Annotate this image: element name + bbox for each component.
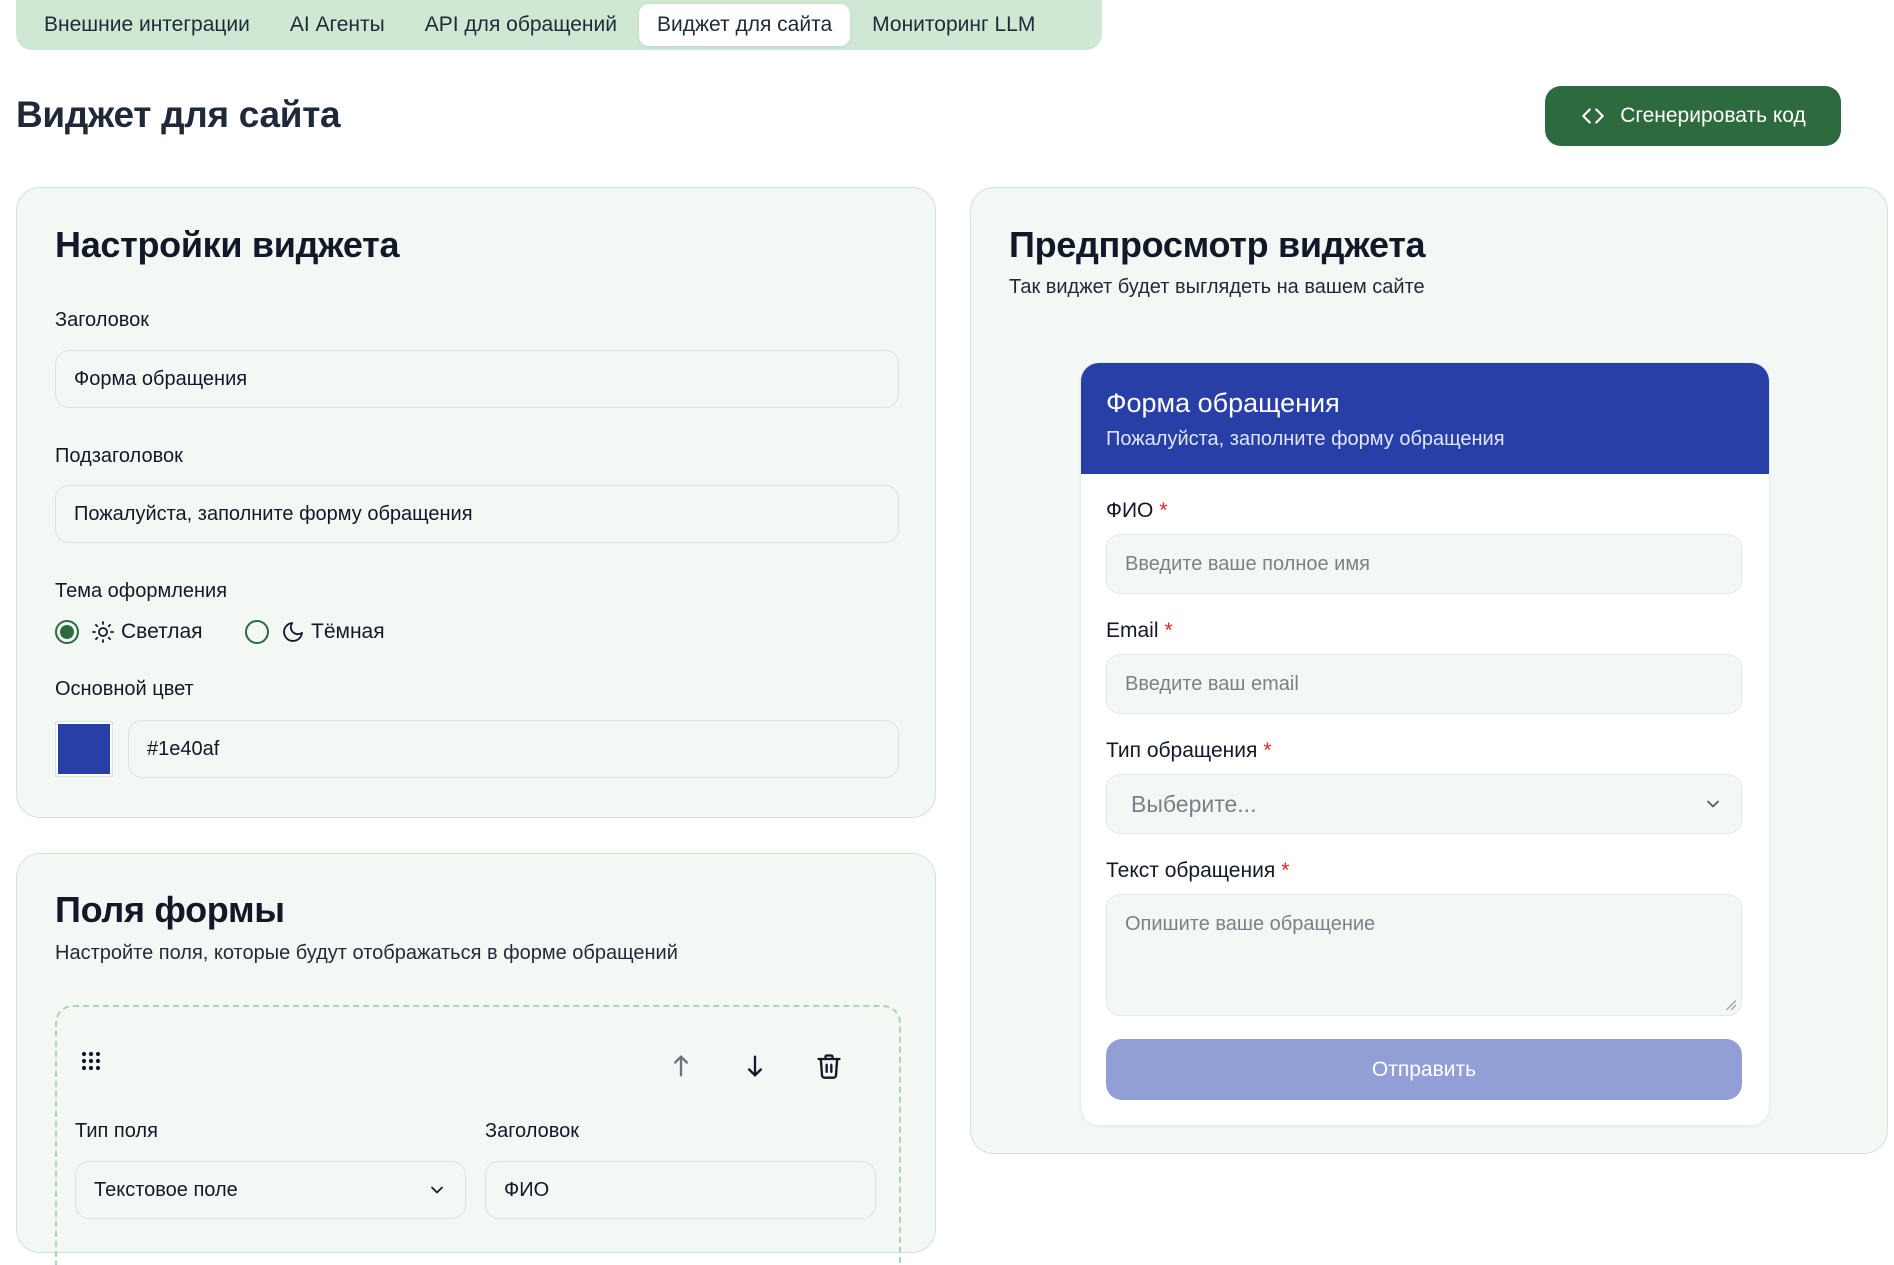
form-fields-title: Поля формы: [55, 889, 285, 930]
arrow-down-icon[interactable]: [739, 1050, 771, 1082]
color-input[interactable]: #1e40af: [128, 720, 899, 778]
sun-icon: [92, 621, 114, 643]
color-swatch[interactable]: [56, 722, 112, 776]
generate-code-button[interactable]: Сгенерировать код: [1545, 86, 1841, 146]
theme-light-label: Светлая: [121, 620, 203, 643]
page-title: Виджет для сайта: [16, 94, 341, 135]
widget-title: Форма обращения: [1106, 388, 1340, 418]
submit-button[interactable]: Отправить: [1106, 1039, 1742, 1100]
request-type-select[interactable]: Выберите...: [1106, 774, 1742, 834]
email-label: Email *: [1106, 619, 1173, 642]
fio-label: ФИО *: [1106, 499, 1168, 522]
request-text-textarea[interactable]: Опишите ваше обращение: [1106, 894, 1742, 1016]
resize-handle-icon[interactable]: [1723, 997, 1737, 1011]
code-icon: [1582, 108, 1605, 124]
fio-placeholder: Введите ваше полное имя: [1125, 552, 1370, 575]
widget-settings-card: Настройки виджета Заголовок Форма обраще…: [16, 187, 936, 818]
moon-icon: [283, 622, 303, 642]
form-fields-subtitle: Настройте поля, которые будут отображать…: [55, 942, 678, 964]
request-text-label: Текст обращения *: [1106, 859, 1290, 882]
theme-light-radio[interactable]: [55, 620, 79, 644]
chevron-down-icon: [1707, 800, 1719, 808]
field-type-select[interactable]: Текстовое поле: [75, 1161, 466, 1219]
email-placeholder: Введите ваш email: [1125, 672, 1299, 695]
widget-preview: Форма обращения Пожалуйста, заполните фо…: [1081, 363, 1769, 1125]
widget-header: Форма обращения Пожалуйста, заполните фо…: [1081, 363, 1769, 474]
form-fields-card: Поля формы Настройте поля, которые будут…: [16, 853, 936, 1265]
tab-llm-monitoring[interactable]: Мониторинг LLM: [854, 4, 1053, 46]
subheader-input[interactable]: Пожалуйста, заполните форму обращения: [55, 485, 899, 543]
required-mark: *: [1263, 739, 1272, 762]
tab-bar: Внешние интеграции AI Агенты API для обр…: [16, 0, 1102, 50]
chevron-down-icon: [431, 1186, 443, 1194]
request-type-label: Тип обращения *: [1106, 739, 1272, 762]
preview-title: Предпросмотр виджета: [1009, 224, 1426, 265]
theme-light-option[interactable]: Светлая: [55, 620, 203, 644]
field-item: Тип поля Текстовое поле Заголовок ФИО: [55, 1005, 901, 1265]
color-input-value: #1e40af: [147, 737, 220, 760]
drag-handle-icon[interactable]: [75, 1045, 107, 1077]
theme-dark-label: Тёмная: [311, 620, 385, 643]
tab-site-widget[interactable]: Виджет для сайта: [639, 4, 851, 46]
required-mark: *: [1164, 619, 1173, 642]
tab-external-integrations[interactable]: Внешние интеграции: [26, 4, 268, 46]
settings-title: Настройки виджета: [55, 224, 400, 265]
request-type-placeholder: Выберите...: [1131, 790, 1257, 817]
field-type-value: Текстовое поле: [94, 1178, 238, 1201]
required-mark: *: [1159, 499, 1168, 522]
widget-subtitle: Пожалуйста, заполните форму обращения: [1106, 428, 1505, 450]
subheader-input-value: Пожалуйста, заполните форму обращения: [74, 502, 473, 525]
field-header-input[interactable]: ФИО: [485, 1161, 876, 1219]
request-text-placeholder: Опишите ваше обращение: [1125, 913, 1376, 935]
primary-color-label: Основной цвет: [55, 678, 194, 700]
field-header-value: ФИО: [504, 1178, 550, 1201]
generate-code-label: Сгенерировать код: [1620, 104, 1806, 127]
fio-input[interactable]: Введите ваше полное имя: [1106, 534, 1742, 594]
tab-api-requests[interactable]: API для обращений: [407, 4, 635, 46]
field-type-label: Тип поля: [75, 1120, 158, 1142]
preview-subtitle: Так виджет будет выглядеть на вашем сайт…: [1009, 276, 1425, 298]
email-input[interactable]: Введите ваш email: [1106, 654, 1742, 714]
header-label: Заголовок: [55, 309, 150, 331]
required-mark: *: [1281, 859, 1290, 882]
theme-dark-radio[interactable]: [245, 620, 269, 644]
trash-icon[interactable]: [813, 1050, 845, 1082]
subheader-label: Подзаголовок: [55, 445, 183, 467]
theme-dark-option[interactable]: Тёмная: [245, 620, 385, 644]
header-input-value: Форма обращения: [74, 367, 248, 390]
arrow-up-icon[interactable]: [665, 1050, 697, 1082]
field-header-label: Заголовок: [485, 1120, 580, 1142]
theme-label: Тема оформления: [55, 580, 228, 602]
header-input[interactable]: Форма обращения: [55, 350, 899, 408]
tab-ai-agents[interactable]: AI Агенты: [272, 4, 403, 46]
